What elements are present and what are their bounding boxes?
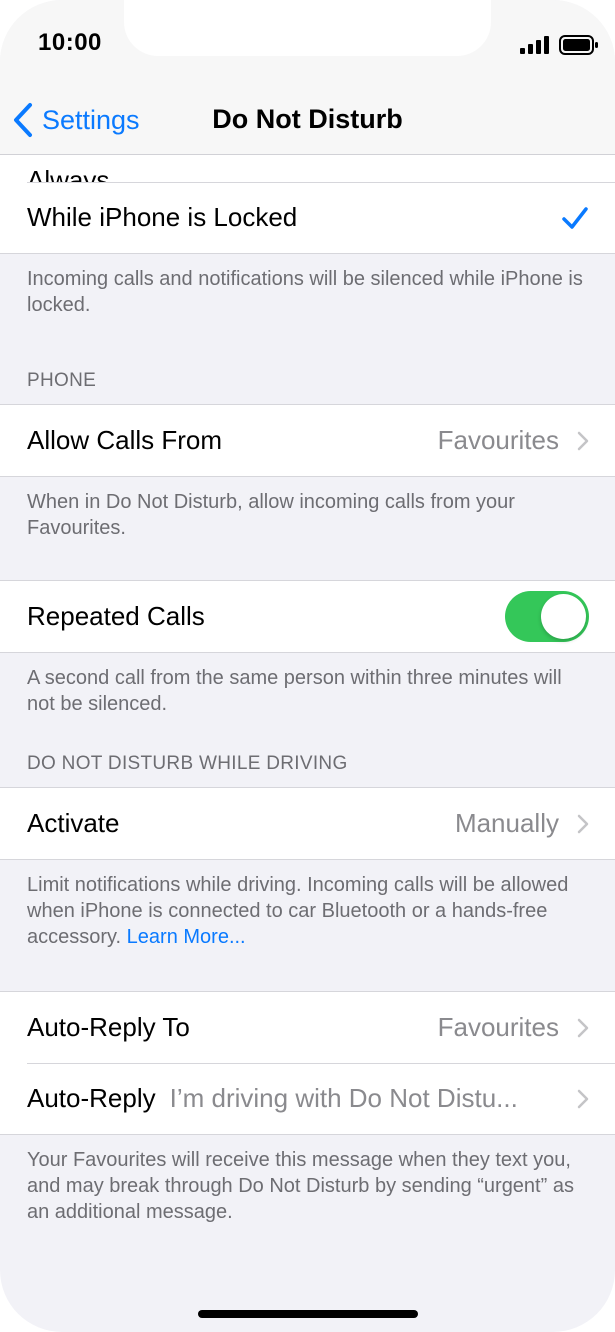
chevron-right-icon: [577, 1018, 589, 1037]
chevron-right-icon: [577, 431, 589, 450]
auto-reply-label: Auto-Reply: [27, 1083, 156, 1113]
activate-value: Manually: [454, 808, 559, 838]
activate-group: Activate Manually: [0, 787, 615, 860]
repeated-calls-toggle[interactable]: [505, 591, 589, 642]
activate-label: Activate: [27, 808, 120, 838]
repeated-calls-row: Repeated Calls: [0, 581, 615, 652]
auto-reply-value: I’m driving with Do Not Distu...: [169, 1083, 518, 1113]
signal-icon: [520, 36, 549, 54]
chevron-right-icon: [577, 814, 589, 833]
auto-reply-to-row[interactable]: Auto-Reply To Favourites: [0, 992, 615, 1063]
activate-footer: Limit notifications while driving. Incom…: [0, 860, 615, 950]
phone-section-header: PHONE: [27, 370, 97, 391]
activate-footer-text: Limit notifications while driving. Incom…: [27, 874, 569, 948]
silence-always-label: Always: [27, 165, 110, 182]
auto-reply-footer: Your Favourites will receive this messag…: [27, 1149, 574, 1223]
silence-group: Always While iPhone is Locked: [0, 155, 615, 254]
learn-more-link[interactable]: Learn More...: [127, 926, 246, 948]
silence-locked-row[interactable]: While iPhone is Locked: [0, 182, 615, 253]
repeated-calls-label: Repeated Calls: [27, 601, 205, 631]
allow-calls-group: Allow Calls From Favourites: [0, 404, 615, 477]
auto-reply-group: Auto-Reply To Favourites Auto-Reply I’m …: [0, 991, 615, 1135]
silence-footer: Incoming calls and notifications will be…: [27, 268, 583, 316]
home-indicator[interactable]: [198, 1310, 418, 1318]
allow-calls-row[interactable]: Allow Calls From Favourites: [0, 405, 615, 476]
silence-always-row[interactable]: Always: [0, 155, 615, 182]
allow-calls-footer: When in Do Not Disturb, allow incoming c…: [27, 491, 515, 539]
battery-icon: [559, 35, 598, 55]
allow-calls-value: Favourites: [437, 425, 559, 455]
driving-section-header: DO NOT DISTURB WHILE DRIVING: [27, 753, 348, 774]
auto-reply-to-label: Auto-Reply To: [27, 1012, 190, 1042]
silence-locked-label: While iPhone is Locked: [27, 202, 298, 232]
navigation-bar: Settings Do Not Disturb: [0, 90, 615, 155]
chevron-right-icon: [577, 1089, 589, 1108]
auto-reply-to-value: Favourites: [437, 1012, 559, 1042]
page-title: Do Not Disturb: [212, 104, 403, 134]
settings-list: Always While iPhone is Locked Incoming c…: [0, 155, 615, 1225]
phone-screen: 10:00 Settings Do Not Disturb Always Whi…: [0, 0, 615, 1332]
checkmark-icon: [562, 206, 588, 229]
repeated-calls-footer: A second call from the same person withi…: [27, 667, 562, 715]
notch: [124, 0, 491, 56]
status-bar: 10:00: [0, 0, 615, 90]
repeated-calls-group: Repeated Calls: [0, 580, 615, 653]
activate-row[interactable]: Activate Manually: [0, 788, 615, 859]
allow-calls-label: Allow Calls From: [27, 425, 223, 455]
auto-reply-row[interactable]: Auto-Reply I’m driving with Do Not Distu…: [0, 1063, 615, 1134]
toggle-knob: [541, 594, 586, 639]
status-time: 10:00: [38, 29, 102, 56]
